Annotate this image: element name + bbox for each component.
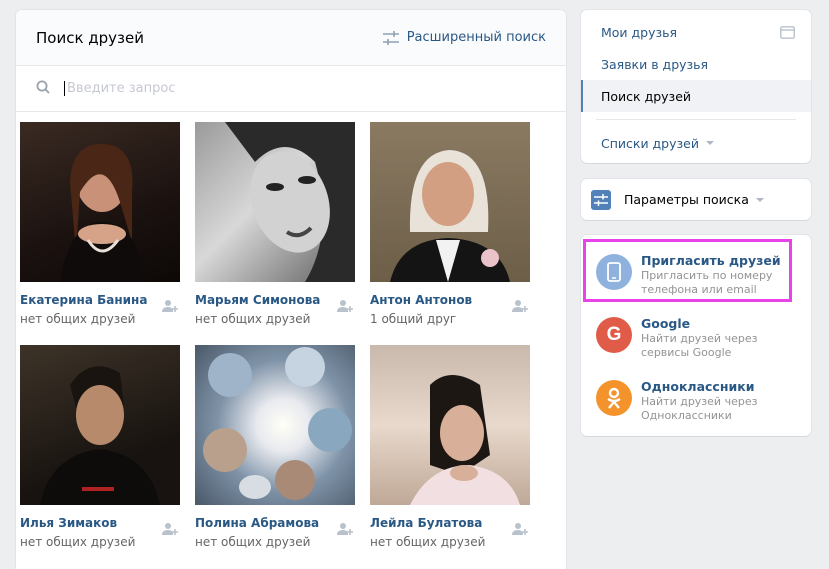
person-card: Полина Абрамова нет общих друзей xyxy=(195,345,355,549)
highlight-frame xyxy=(583,239,792,302)
chevron-down-icon xyxy=(705,141,714,145)
person-name[interactable]: Илья Зимаков xyxy=(20,516,117,530)
sliders-icon xyxy=(591,189,611,210)
search-params-label: Параметры поиска xyxy=(624,192,749,207)
person-card: Лейла Булатова нет общих друзей xyxy=(370,345,530,549)
mutual-friends: нет общих друзей xyxy=(370,535,486,549)
add-friend-icon[interactable] xyxy=(162,298,178,317)
person-card: Екатерина Банина нет общих друзей xyxy=(20,122,180,326)
odnoklassniki-title: Одноклассники xyxy=(641,379,755,394)
avatar[interactable] xyxy=(370,122,530,282)
nav-friend-lists[interactable]: Списки друзей xyxy=(581,127,811,159)
avatar[interactable] xyxy=(195,122,355,282)
mutual-friends: нет общих друзей xyxy=(195,312,311,326)
advanced-search-label: Расширенный поиск xyxy=(406,30,546,45)
add-friend-icon[interactable] xyxy=(337,298,353,317)
google-title: Google xyxy=(641,316,691,331)
ok-icon xyxy=(596,380,632,416)
mutual-friends: нет общих друзей xyxy=(20,535,136,549)
odnoklassniki-desc: Найти друзей через Одноклассники xyxy=(641,395,758,422)
mutual-friends: нет общих друзей xyxy=(20,312,136,326)
nav-friend-lists-label: Списки друзей xyxy=(601,135,699,151)
person-card: Марьям Симонова нет общих друзей xyxy=(195,122,355,326)
avatar[interactable] xyxy=(370,345,530,505)
google-icon: G xyxy=(596,317,632,353)
mutual-friends: нет общих друзей xyxy=(195,535,311,549)
advanced-search-link[interactable]: Расширенный поиск xyxy=(382,30,546,45)
avatar[interactable] xyxy=(20,345,180,505)
friends-nav: Мои друзья Заявки в друзья Поиск друзей … xyxy=(581,10,811,163)
page-title: Поиск друзей xyxy=(36,28,145,47)
person-card: Илья Зимаков нет общих друзей xyxy=(20,345,180,549)
person-name[interactable]: Лейла Булатова xyxy=(370,516,482,530)
add-friend-icon[interactable] xyxy=(162,521,178,540)
person-name[interactable]: Марьям Симонова xyxy=(195,293,320,307)
search-bar xyxy=(16,66,566,112)
mutual-friends: 1 общий друг xyxy=(370,312,457,326)
add-friend-icon[interactable] xyxy=(337,521,353,540)
person-name[interactable]: Полина Абрамова xyxy=(195,516,319,530)
google-desc: Найти друзей через сервисы Google xyxy=(641,332,758,359)
chevron-down-icon xyxy=(755,197,764,202)
nav-divider xyxy=(596,119,796,120)
search-icon xyxy=(36,79,50,98)
avatar[interactable] xyxy=(195,345,355,505)
person-name[interactable]: Екатерина Банина xyxy=(20,293,147,307)
search-input[interactable] xyxy=(64,81,464,96)
search-params-dropdown[interactable]: Параметры поиска xyxy=(581,179,811,220)
nav-find-friends[interactable]: Поиск друзей xyxy=(581,80,811,112)
add-friend-icon[interactable] xyxy=(512,298,528,317)
person-name[interactable]: Антон Антонов xyxy=(370,293,472,307)
person-card: Антон Антонов 1 общий друг xyxy=(370,122,530,326)
sliders-icon xyxy=(382,30,399,45)
add-friend-icon[interactable] xyxy=(512,521,528,540)
panel-header: Поиск друзей Расширенный поиск xyxy=(16,10,566,66)
nav-friend-requests[interactable]: Заявки в друзья xyxy=(581,48,811,80)
nav-my-friends[interactable]: Мои друзья xyxy=(581,16,811,48)
avatar[interactable] xyxy=(20,122,180,282)
